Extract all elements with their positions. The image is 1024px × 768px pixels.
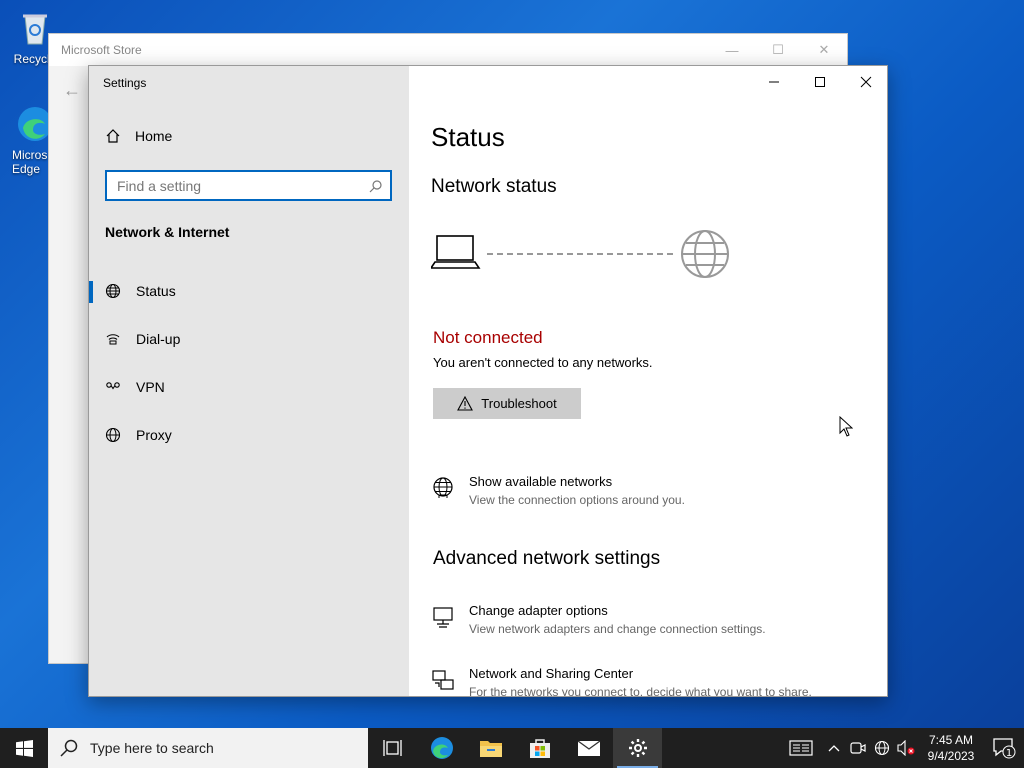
settings-icon [628,739,647,757]
sidebar-item-vpn[interactable]: VPN [89,367,409,407]
search-input[interactable] [107,177,362,194]
connection-state: Not connected [433,328,543,347]
taskbar: Type here to search 7:45 AM 9/4/2023 1 [0,728,1024,768]
network-status-heading: Network status [431,176,557,197]
clock-time: 7:45 AM [928,733,974,747]
news-widget-icon[interactable] [780,740,822,756]
taskbar-task-view[interactable] [368,728,417,768]
page-title: Status [431,122,505,152]
windows-logo-icon [15,739,33,757]
settings-window[interactable]: Settings Home Network & Internet Status … [88,65,888,697]
store-maximize-button[interactable]: ☐ [755,34,801,66]
network-status-diagram [429,228,731,289]
notification-count: 1 [1006,748,1012,759]
clock-date: 9/4/2023 [927,749,975,763]
taskbar-mail[interactable] [564,728,613,768]
search-icon [60,739,78,757]
system-tray: 7:45 AM 9/4/2023 1 [780,728,1024,768]
troubleshoot-label: Troubleshoot [481,396,557,411]
globe-network-icon [89,283,136,299]
home-button[interactable]: Home [105,128,172,144]
desktop-icon-label: Micros Edge [12,148,48,176]
advanced-settings-heading: Advanced network settings [433,548,661,569]
taskbar-clock[interactable]: 7:45 AM 9/4/2023 [918,732,984,764]
sidebar-item-label: Status [136,283,176,299]
dialup-icon [89,331,136,347]
link-title: Network and Sharing Center [469,666,634,681]
store-icon [529,739,550,758]
section-title: Network & Internet [105,224,230,240]
volume-muted-icon[interactable] [894,740,918,756]
sidebar-item-dialup[interactable]: Dial-up [89,319,409,359]
link-subtitle: View the connection options around you. [469,493,685,507]
search-box[interactable] [105,170,392,201]
task-view-icon [382,740,402,756]
taskbar-store[interactable] [515,728,564,768]
notification-center-button[interactable]: 1 [984,737,1024,759]
sidebar-item-status[interactable]: Status [89,271,409,311]
home-label: Home [135,128,173,144]
mouse-cursor-icon [839,415,854,443]
internet-globe-icon [681,230,729,278]
mail-icon [577,740,600,756]
start-button[interactable] [0,728,48,768]
network-globe-icon[interactable] [870,740,894,756]
globe-icon [89,427,136,443]
sidebar-item-label: Proxy [136,427,172,443]
link-title: Show available networks [469,474,613,489]
link-subtitle: View network adapters and change connect… [469,622,766,636]
show-available-networks-link[interactable]: Show available networks View the connect… [431,474,685,507]
search-icon[interactable] [362,179,390,193]
troubleshoot-button[interactable]: Troubleshoot [433,388,581,419]
taskbar-settings[interactable] [613,728,662,768]
store-window-title: Microsoft Store [61,43,142,57]
sidebar-item-label: VPN [136,379,165,395]
link-title: Change adapter options [469,603,608,618]
network-adapter-icon [431,603,469,636]
file-explorer-icon [479,741,502,757]
network-sharing-center-link[interactable]: Network and Sharing Center For the netwo… [431,666,812,697]
store-minimize-button[interactable]: — [709,34,755,66]
settings-sidebar: Settings Home Network & Internet Status … [89,66,409,696]
laptop-icon [429,235,481,269]
sidebar-item-proxy[interactable]: Proxy [89,415,409,455]
store-close-button[interactable]: ✕ [801,34,847,66]
taskbar-edge[interactable] [417,728,466,768]
settings-content: Status Network status Not connected You … [409,66,887,697]
sidebar-item-label: Dial-up [136,331,181,347]
home-icon [106,129,120,143]
taskbar-file-explorer[interactable] [466,728,515,768]
meet-now-icon[interactable] [846,741,870,755]
vpn-icon [89,379,136,395]
window-title: Settings [103,76,147,90]
change-adapter-options-link[interactable]: Change adapter options View network adap… [431,603,766,636]
taskbar-search-text: Type here to search [90,740,214,756]
taskbar-search-box[interactable]: Type here to search [48,728,368,768]
notification-icon: 1 [993,738,1016,759]
warning-icon [457,396,474,411]
globe-network-icon [431,474,469,507]
connection-description: You aren't connected to any networks. [433,355,653,370]
edge-icon [430,737,453,759]
chevron-up-icon[interactable] [822,744,846,752]
store-titlebar[interactable]: Microsoft Store — ☐ ✕ [49,34,847,66]
back-arrow-icon[interactable]: ← [63,80,81,101]
link-subtitle: For the networks you connect to, decide … [469,685,812,697]
sharing-center-icon [431,666,469,696]
